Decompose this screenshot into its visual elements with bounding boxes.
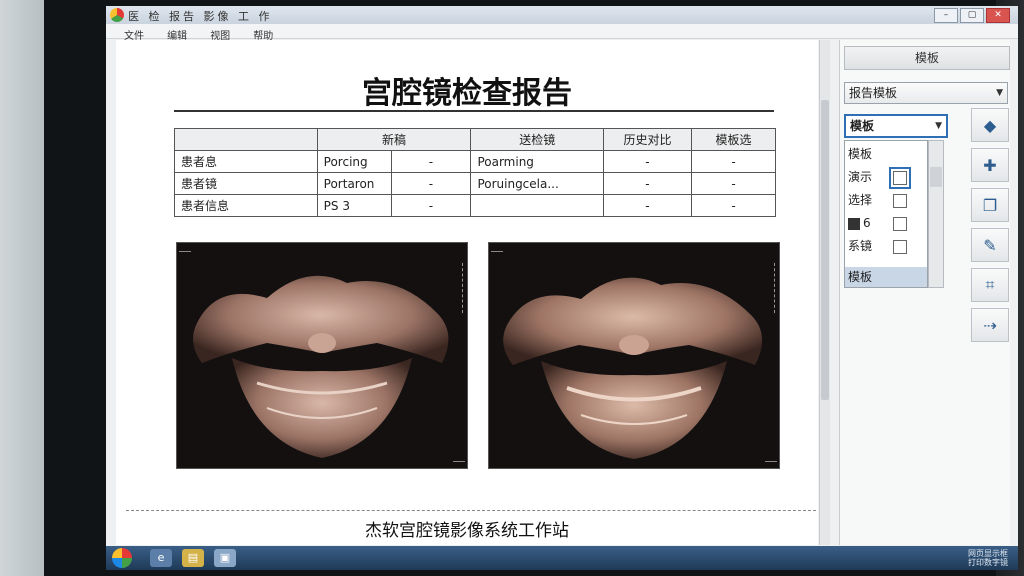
- table-row: 患者息 Porcing - Poarming - -: [174, 150, 777, 173]
- scrollbar-thumb[interactable]: [930, 167, 942, 187]
- folder-icon[interactable]: ▤: [182, 549, 204, 567]
- monitor-bezel: 医 检 报告 影像 工 作 – ▢ ✕ 文件 编辑 视图 帮助 宫腔镜检查报告 …: [44, 0, 1018, 576]
- report-type-value: 报告模板: [849, 86, 898, 100]
- list-scrollbar[interactable]: [928, 140, 944, 288]
- list-item-label: 6: [863, 216, 871, 230]
- list-selected-item[interactable]: 模板: [845, 267, 927, 287]
- taskbar: e ▤ ▣ 网页显示框 打印数字镜: [106, 546, 1018, 570]
- list-item-label: 演示: [848, 170, 873, 184]
- list-item[interactable]: 系镜: [848, 235, 872, 257]
- table-row: 患者信息 PS 3 - - -: [174, 194, 777, 217]
- crop-icon[interactable]: ⌗: [971, 268, 1009, 302]
- table-cell[interactable]: Poarming: [470, 150, 604, 173]
- plus-icon[interactable]: ✚: [971, 148, 1009, 182]
- title-bar: 医 检 报告 影像 工 作 – ▢ ✕: [106, 6, 1018, 25]
- list-item-checkbox[interactable]: [893, 217, 907, 231]
- chevron-down-icon: ▼: [935, 121, 942, 131]
- table-cell: -: [390, 172, 472, 195]
- scan-graphic: [193, 275, 449, 458]
- list-item-label: 系镜: [848, 239, 873, 253]
- document-scrollbar[interactable]: [819, 40, 830, 545]
- scan-graphic: [503, 277, 763, 459]
- close-button[interactable]: ✕: [986, 8, 1010, 23]
- table-header: 送检镜: [470, 128, 604, 151]
- tray-text: 打印数字镜: [968, 558, 1008, 567]
- system-tray: 网页显示框 打印数字镜: [968, 549, 1008, 567]
- list-item-checkbox[interactable]: [893, 240, 907, 254]
- chevron-down-icon: ▼: [996, 88, 1003, 98]
- list-item[interactable]: 演示: [848, 166, 872, 188]
- scan-marker: [179, 251, 191, 252]
- pin-icon[interactable]: ✎: [971, 228, 1009, 262]
- table-header: 新稿: [316, 128, 472, 151]
- tool-strip: ◆ ✚ ❐ ✎ ⌗ ⇢: [971, 108, 1009, 342]
- list-item[interactable]: 6: [848, 212, 871, 234]
- table-cell: -: [690, 194, 777, 217]
- scan-marker: [491, 251, 503, 252]
- report-type-dropdown[interactable]: 报告模板 ▼: [844, 82, 1008, 104]
- browser-icon[interactable]: e: [150, 549, 172, 567]
- table-cell: -: [690, 172, 777, 195]
- table-cell: 患者息: [174, 150, 318, 173]
- list-item-checkbox[interactable]: [893, 194, 907, 208]
- report-footer: 杰软宫腔镜影像系统工作站: [365, 521, 569, 541]
- diamond-icon[interactable]: ◆: [971, 108, 1009, 142]
- start-button[interactable]: [112, 548, 132, 568]
- wall-background: [0, 0, 44, 576]
- template-list[interactable]: 模板 演示 选择 6 系镜 模板: [844, 140, 928, 288]
- arrow-right-icon[interactable]: ⇢: [971, 308, 1009, 342]
- endoscopy-image-1[interactable]: [176, 242, 468, 469]
- patient-info-table: 新稿 送检镜 历史对比 模板选 患者息 Porcing - Poarming -…: [174, 128, 777, 217]
- list-selected-label: 模板: [848, 270, 873, 284]
- table-header: [174, 128, 318, 151]
- maximize-button[interactable]: ▢: [960, 8, 984, 23]
- template-value: 模板: [850, 119, 875, 133]
- image-icon: [848, 217, 860, 230]
- scrollbar-thumb[interactable]: [821, 100, 829, 400]
- list-item[interactable]: 选择: [848, 189, 872, 211]
- tray-text: 网页显示框: [968, 549, 1008, 558]
- screen: 医 检 报告 影像 工 作 – ▢ ✕ 文件 编辑 视图 帮助 宫腔镜检查报告 …: [106, 6, 1018, 570]
- scan-scale: [766, 263, 775, 313]
- table-cell[interactable]: [470, 194, 604, 217]
- report-document: 宫腔镜检查报告 新稿 送检镜 历史对比 模板选 患者息 Porcing - Po…: [116, 40, 818, 545]
- minimize-button[interactable]: –: [934, 8, 958, 23]
- scan-marker: [453, 461, 465, 462]
- app-taskbar-icon[interactable]: ▣: [214, 549, 236, 567]
- endoscopy-image-2[interactable]: [488, 242, 780, 469]
- table-cell: 患者信息: [174, 194, 318, 217]
- list-item-label: 模板: [848, 147, 873, 161]
- table-cell: -: [602, 172, 692, 195]
- template-dropdown[interactable]: 模板 ▼: [844, 114, 948, 138]
- table-cell[interactable]: Poruingcela...: [470, 172, 604, 195]
- copy-icon[interactable]: ❐: [971, 188, 1009, 222]
- title-divider: [174, 110, 774, 112]
- table-header: 历史对比: [602, 128, 692, 151]
- table-header: 模板选: [690, 128, 777, 151]
- table-cell: -: [390, 150, 472, 173]
- table-cell[interactable]: Portaron: [316, 172, 392, 195]
- footer-divider: [126, 510, 816, 511]
- list-item[interactable]: 模板: [848, 143, 872, 165]
- table-header-row: 新稿 送检镜 历史对比 模板选: [174, 128, 777, 151]
- app-icon: [110, 8, 124, 22]
- report-title: 宫腔镜检查报告: [362, 76, 572, 111]
- table-cell: -: [690, 150, 777, 173]
- window-controls: – ▢ ✕: [934, 8, 1010, 23]
- table-cell[interactable]: PS 3: [316, 194, 392, 217]
- table-cell: -: [602, 194, 692, 217]
- table-cell: -: [390, 194, 472, 217]
- panel-header[interactable]: 模板: [844, 46, 1010, 70]
- table-cell: 患者镜: [174, 172, 318, 195]
- menu-bar: 文件 编辑 视图 帮助: [106, 24, 1018, 42]
- table-row: 患者镜 Portaron - Poruingcela... - -: [174, 172, 777, 195]
- list-item-checkbox[interactable]: [889, 167, 911, 189]
- scan-scale: [454, 263, 463, 313]
- scan-marker: [765, 461, 777, 462]
- list-item-label: 选择: [848, 193, 873, 207]
- table-cell[interactable]: Porcing: [316, 150, 392, 173]
- window-title: 医 检 报告 影像 工 作: [128, 10, 273, 23]
- table-cell: -: [602, 150, 692, 173]
